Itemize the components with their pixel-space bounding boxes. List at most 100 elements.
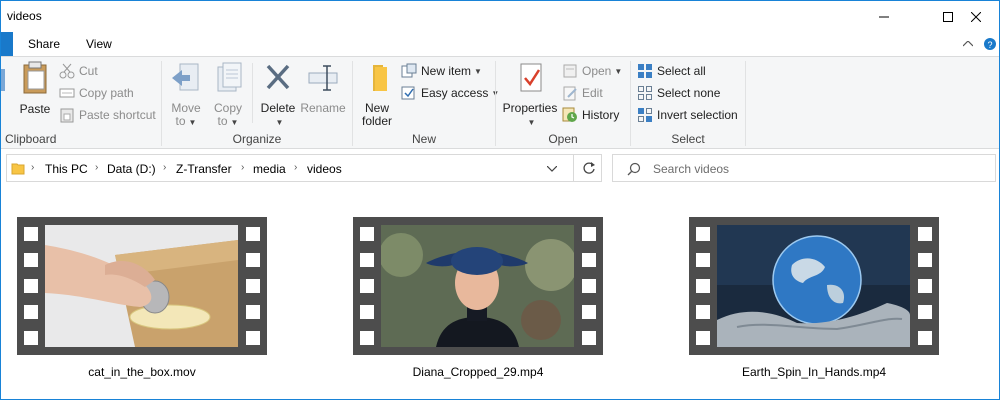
easy-access-label: Easy access: [421, 86, 489, 100]
refresh-icon: [582, 162, 595, 174]
invert-selection-icon: [638, 108, 652, 122]
edit-button[interactable]: Edit: [562, 83, 603, 103]
new-item-label: New item: [421, 64, 472, 78]
breadcrumb-separator-icon[interactable]: ›: [294, 162, 297, 173]
address-history-chevron-down-icon[interactable]: [547, 166, 557, 172]
copy-path-icon: [59, 88, 75, 98]
navigation-row: › This PC › Data (D:) › Z-Transfer › med…: [1, 149, 999, 187]
edit-icon: [563, 86, 577, 101]
pin-edge-icon: [1, 69, 5, 91]
help-icon[interactable]: ?: [983, 37, 997, 51]
title-bar: videos: [1, 1, 999, 32]
breadcrumb-separator-icon[interactable]: ›: [163, 162, 166, 173]
dropdown-caret: ▼: [614, 66, 623, 76]
close-icon: [971, 11, 981, 22]
copy-path-label: Copy path: [79, 86, 134, 100]
select-group-label: Select: [671, 132, 705, 146]
open-button[interactable]: Open ▼: [562, 61, 622, 81]
organize-group-label: Organize: [232, 132, 282, 146]
breadcrumb-separator-icon[interactable]: ›: [31, 162, 34, 173]
separator: [252, 63, 253, 123]
move-to-button[interactable]: Move to ▼: [166, 61, 206, 129]
minimize-button[interactable]: [861, 1, 907, 32]
thumbnail-frame: [45, 225, 238, 347]
cut-label: Cut: [79, 64, 98, 78]
breadcrumb-this-pc[interactable]: This PC: [45, 162, 88, 176]
folder-icon: [11, 163, 25, 175]
select-none-button[interactable]: Select none: [637, 83, 720, 103]
close-button[interactable]: [953, 1, 999, 32]
svg-text:?: ?: [987, 40, 992, 50]
new-folder-label-2: folder: [361, 114, 393, 128]
paste-shortcut-icon: [60, 108, 74, 123]
scissors-icon: [59, 63, 75, 79]
breadcrumb-videos[interactable]: videos: [307, 162, 342, 176]
breadcrumb-separator-icon[interactable]: ›: [95, 162, 98, 173]
paste-shortcut-button[interactable]: Paste shortcut: [59, 105, 156, 125]
paste-icon: [23, 61, 47, 94]
open-icon: [563, 64, 577, 78]
breadcrumb-data-drive[interactable]: Data (D:): [107, 162, 156, 176]
address-bar[interactable]: › This PC › Data (D:) › Z-Transfer › med…: [6, 154, 602, 182]
move-to-label-1: Move: [171, 101, 201, 115]
tab-view[interactable]: View: [86, 37, 112, 51]
copy-to-label-1: Copy: [213, 101, 242, 115]
group-clipboard: Paste Cut Copy path Paste shortcut Clipb…: [1, 57, 161, 150]
ribbon-tabs: Share View ?: [1, 32, 999, 56]
dropdown-caret: ▼: [474, 66, 482, 76]
copy-to-label-2: to ▼: [217, 114, 239, 128]
breadcrumb-z-transfer[interactable]: Z-Transfer: [176, 162, 232, 176]
properties-icon: [520, 63, 542, 92]
invert-selection-button[interactable]: Invert selection: [637, 105, 738, 125]
cut-button[interactable]: Cut: [59, 61, 98, 81]
copy-to-icon: [217, 62, 242, 92]
portrait-image: [381, 225, 574, 347]
new-item-icon: [401, 63, 417, 78]
delete-label: Delete: [260, 101, 296, 115]
breadcrumb-separator-icon[interactable]: ›: [241, 162, 244, 173]
select-none-icon: [638, 86, 652, 100]
new-folder-button[interactable]: New folder: [357, 61, 397, 128]
rename-button[interactable]: Rename: [300, 61, 346, 115]
group-new: New folder New item▼ Easy access▼ New: [353, 57, 499, 150]
paste-shortcut-label: Paste shortcut: [79, 108, 156, 122]
group-open: Properties ▼ Open ▼ Edit History Open: [496, 57, 630, 150]
maximize-icon: [943, 11, 953, 22]
move-to-label-2-text: to: [175, 114, 186, 128]
easy-access-icon: [401, 86, 415, 100]
breadcrumb-media[interactable]: media: [253, 162, 286, 176]
explorer-window: videos Share View ? Paste Cut Copy path …: [0, 0, 1000, 400]
search-box[interactable]: Search videos: [612, 154, 996, 182]
delete-button[interactable]: Delete ▼: [258, 61, 298, 129]
move-to-icon: [172, 63, 199, 91]
delete-icon: [266, 64, 290, 90]
copy-path-button[interactable]: Copy path: [59, 83, 134, 103]
easy-access-button[interactable]: Easy access▼: [401, 83, 499, 103]
copy-to-label-2-text: to: [217, 114, 228, 128]
file-name: Diana_Cropped_29.mp4: [412, 365, 544, 379]
history-button[interactable]: History: [562, 105, 619, 125]
folder-icon: [373, 65, 387, 91]
search-input[interactable]: Search videos: [653, 162, 729, 176]
new-item-button[interactable]: New item ▼: [401, 61, 482, 81]
collapse-ribbon-icon[interactable]: [963, 41, 973, 47]
select-all-label: Select all: [657, 64, 706, 78]
file-name: Earth_Spin_In_Hands.mp4: [741, 365, 887, 379]
rename-icon: [308, 65, 338, 91]
properties-button[interactable]: Properties ▼: [500, 61, 560, 129]
select-all-button[interactable]: Select all: [637, 61, 706, 81]
group-organize: Move to ▼ Copy to ▼ Delete ▼ Rename Orga…: [162, 57, 352, 150]
copy-to-button[interactable]: Copy to ▼: [208, 61, 248, 129]
properties-caret: ▼: [527, 118, 536, 127]
tab-file[interactable]: [1, 32, 13, 56]
move-to-label-2: to ▼: [175, 114, 197, 128]
refresh-button[interactable]: [573, 155, 603, 181]
file-list: cat_in_the_box.mov Diana_Cropped_29.mp4 …: [1, 187, 999, 399]
tab-share[interactable]: Share: [28, 37, 60, 51]
properties-label: Properties: [502, 101, 558, 115]
video-thumbnail: [353, 217, 603, 355]
separator: [745, 61, 746, 146]
paste-button[interactable]: Paste: [15, 61, 55, 116]
rename-label: Rename: [300, 101, 346, 115]
ribbon-controls: ?: [959, 32, 999, 56]
